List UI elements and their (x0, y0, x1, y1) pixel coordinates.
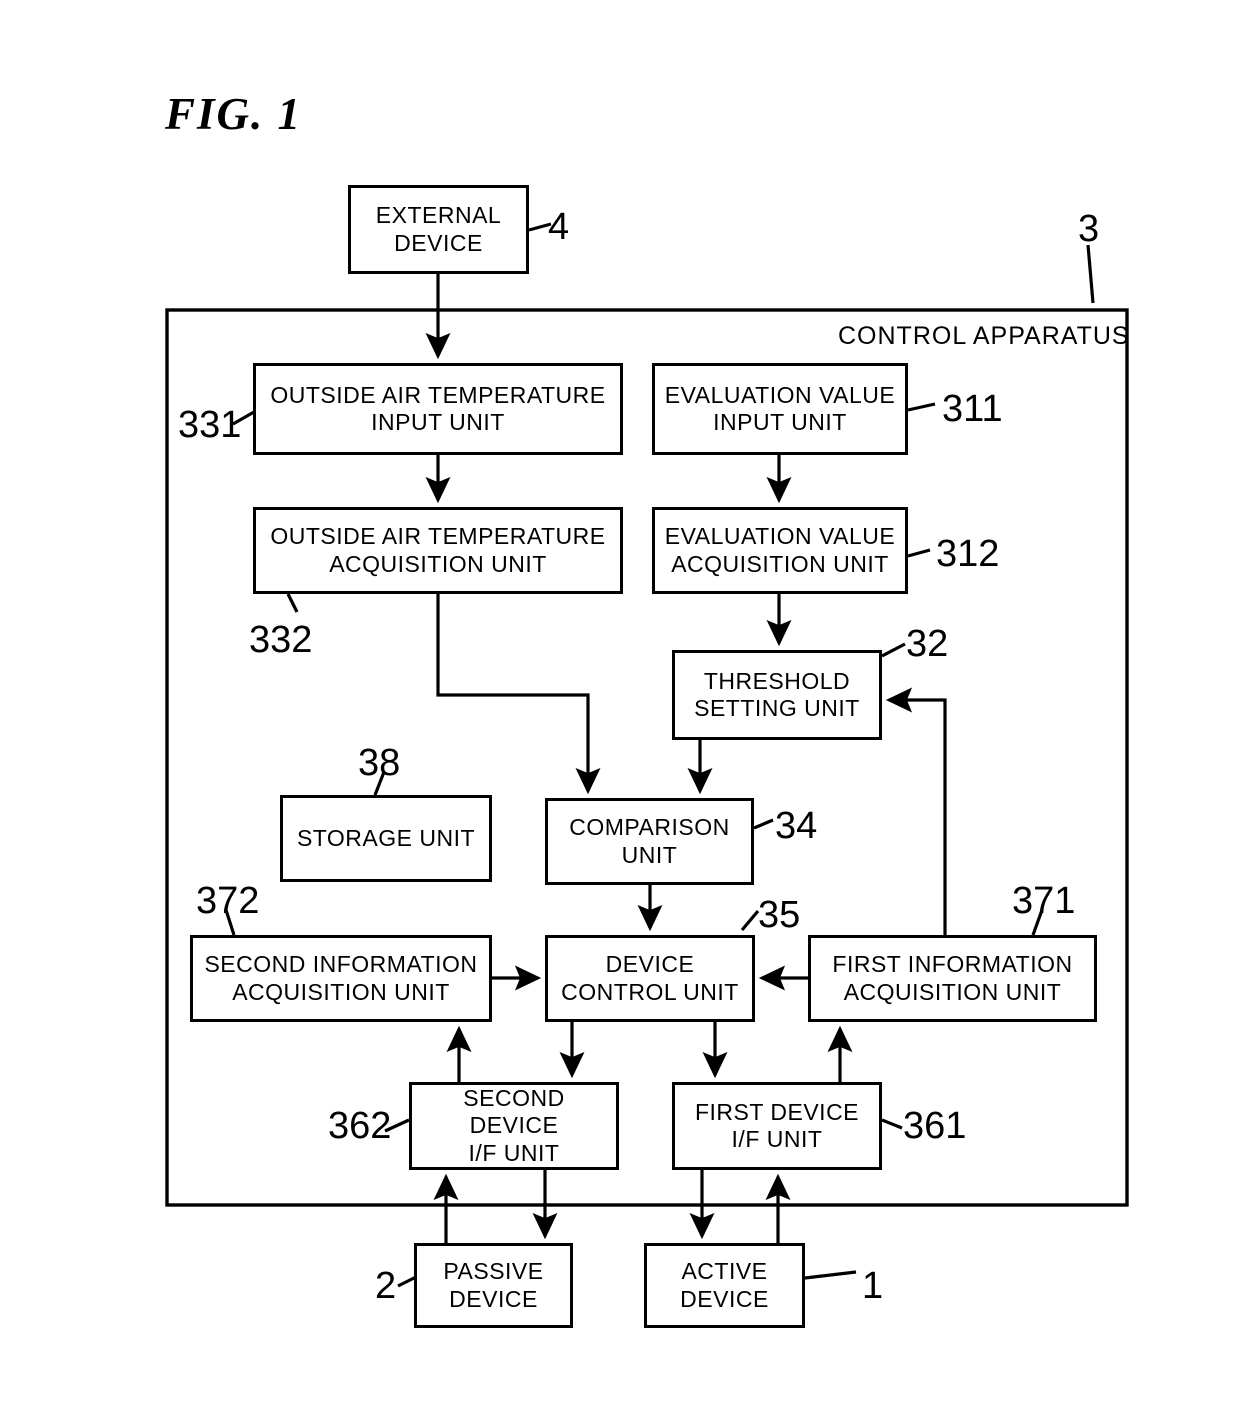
node-first-device-if-unit-label: FIRST DEVICE I/F UNIT (694, 1098, 860, 1152)
reference-numeral-4: 4 (548, 206, 570, 248)
node-outside-air-temperature-acquisition-unit-label: OUTSIDE AIR TEMPERATURE ACQUISITION UNIT (270, 523, 606, 577)
reference-numeral-312: 312 (936, 533, 1000, 575)
node-second-information-acquisition-unit[interactable]: SECOND INFORMATION ACQUISITION UNIT (190, 935, 492, 1022)
node-external-device[interactable]: EXTERNAL DEVICE (348, 185, 529, 274)
node-external-device-label: EXTERNAL DEVICE (375, 202, 502, 256)
leader-ref-361 (881, 1118, 903, 1130)
reference-numeral-32: 32 (906, 623, 949, 665)
node-evaluation-value-input-unit-label: EVALUATION VALUE INPUT UNIT (664, 381, 896, 435)
leader-ref-3 (1086, 244, 1095, 304)
node-evaluation-value-acquisition-unit[interactable]: EVALUATION VALUE ACQUISITION UNIT (652, 507, 908, 594)
node-outside-air-temperature-input-unit[interactable]: OUTSIDE AIR TEMPERATURE INPUT UNIT (253, 363, 623, 455)
connector-first-info-to-threshold (885, 687, 947, 935)
leader-ref-311 (907, 402, 936, 412)
node-first-information-acquisition-unit[interactable]: FIRST INFORMATION ACQUISITION UNIT (808, 935, 1097, 1022)
node-active-device[interactable]: ACTIVE DEVICE (644, 1243, 805, 1328)
node-storage-unit-label: STORAGE UNIT (296, 824, 476, 851)
reference-numeral-2: 2 (375, 1265, 397, 1307)
node-second-device-if-unit-label: SECOND DEVICE I/F UNIT (463, 1085, 565, 1166)
node-first-information-acquisition-unit-label: FIRST INFORMATION ACQUISITION UNIT (832, 951, 1073, 1005)
node-threshold-setting-unit[interactable]: THRESHOLD SETTING UNIT (672, 650, 882, 740)
node-device-control-unit-label: DEVICE CONTROL UNIT (561, 951, 739, 1005)
leader-ref-332 (286, 593, 299, 613)
node-threshold-setting-unit-label: THRESHOLD SETTING UNIT (694, 667, 860, 721)
node-passive-device[interactable]: PASSIVE DEVICE (414, 1243, 573, 1328)
node-storage-unit[interactable]: STORAGE UNIT (280, 795, 492, 882)
reference-numeral-361: 361 (903, 1105, 967, 1147)
node-outside-air-temperature-acquisition-unit[interactable]: OUTSIDE AIR TEMPERATURE ACQUISITION UNIT (253, 507, 623, 594)
control-apparatus-caption: CONTROL APPARATUS (838, 322, 1130, 350)
leader-ref-1 (804, 1270, 857, 1280)
node-comparison-unit-label: COMPARISON UNIT (569, 814, 730, 868)
node-active-device-label: ACTIVE DEVICE (680, 1258, 769, 1312)
reference-numeral-371: 371 (1012, 880, 1076, 922)
reference-numeral-362: 362 (328, 1105, 392, 1147)
reference-numeral-1: 1 (862, 1265, 884, 1307)
connector-oat-acq-to-comparison (436, 594, 601, 795)
leader-ref-35 (740, 909, 760, 932)
node-evaluation-value-acquisition-unit-label: EVALUATION VALUE ACQUISITION UNIT (664, 523, 896, 577)
connector-layer (165, 222, 1129, 1288)
reference-numeral-35: 35 (758, 894, 801, 936)
figure-page: FIG. 1 CONTROL APPARATUS EXTERNAL DEVICE… (0, 0, 1240, 1423)
leader-ref-312 (907, 548, 931, 558)
reference-numeral-311: 311 (942, 388, 1003, 430)
node-second-information-acquisition-unit-label: SECOND INFORMATION ACQUISITION UNIT (204, 951, 478, 1005)
node-outside-air-temperature-input-unit-label: OUTSIDE AIR TEMPERATURE INPUT UNIT (270, 381, 606, 435)
node-device-control-unit[interactable]: DEVICE CONTROL UNIT (545, 935, 755, 1022)
reference-numeral-34: 34 (775, 805, 818, 847)
leader-ref-34 (753, 818, 774, 830)
reference-numeral-332: 332 (249, 619, 313, 661)
node-comparison-unit[interactable]: COMPARISON UNIT (545, 798, 754, 885)
node-second-device-if-unit[interactable]: SECOND DEVICE I/F UNIT (409, 1082, 619, 1170)
reference-numeral-372: 372 (196, 880, 260, 922)
reference-numeral-3: 3 (1078, 208, 1100, 250)
leader-ref-32 (881, 642, 906, 658)
reference-numeral-331: 331 (178, 404, 242, 446)
node-passive-device-label: PASSIVE DEVICE (443, 1258, 544, 1312)
reference-numeral-38: 38 (358, 742, 401, 784)
node-evaluation-value-input-unit[interactable]: EVALUATION VALUE INPUT UNIT (652, 363, 908, 455)
node-first-device-if-unit[interactable]: FIRST DEVICE I/F UNIT (672, 1082, 882, 1170)
